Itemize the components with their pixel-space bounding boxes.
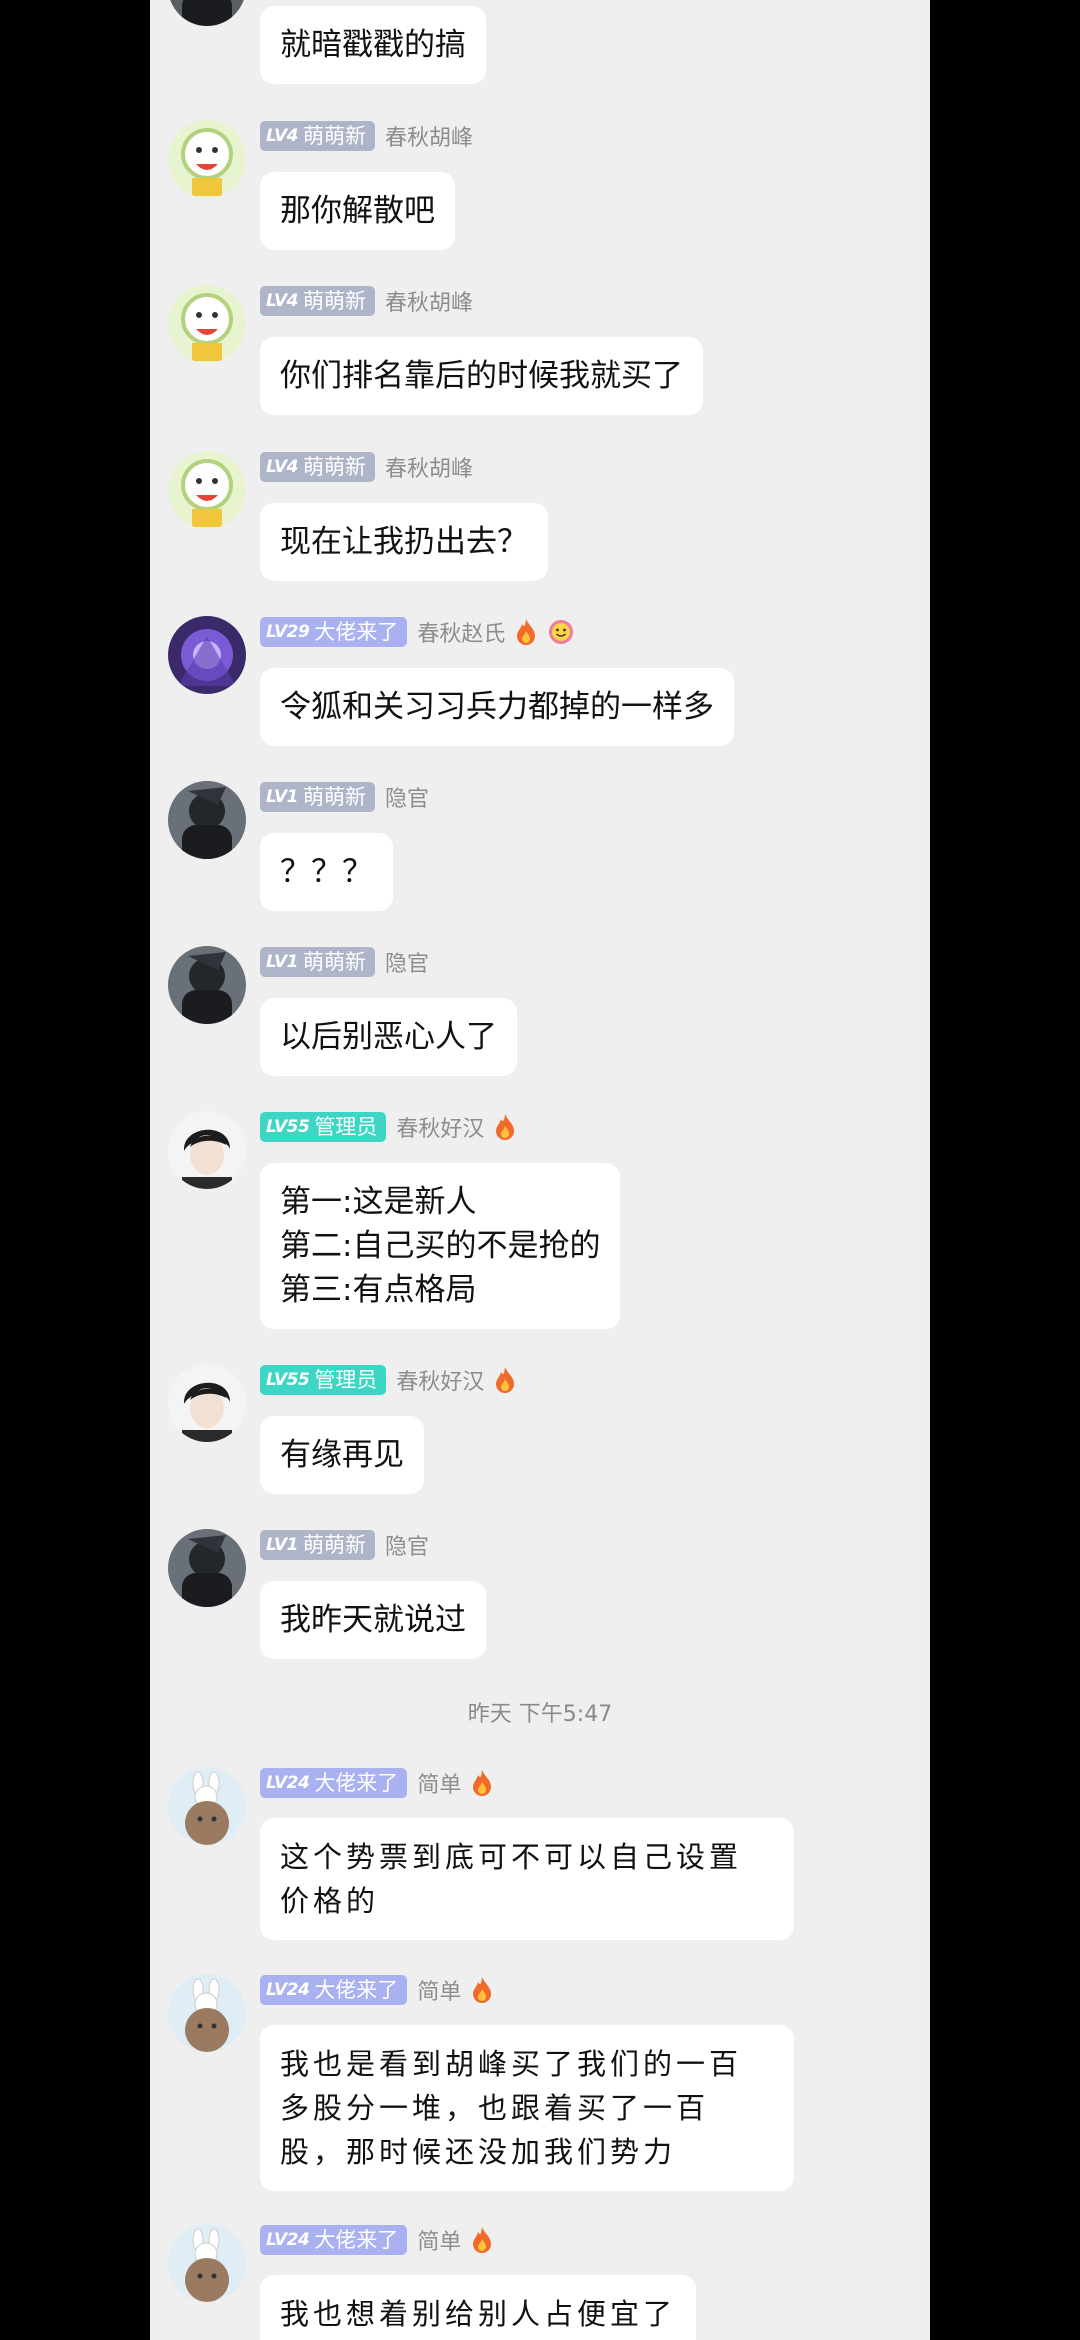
sender-meta: LV1 萌萌新 隐官 <box>260 781 429 813</box>
avatar-chunqiuhaohan[interactable] <box>168 1364 246 1442</box>
message-line: 第一:这是新人 <box>280 1184 477 1220</box>
message-bubble[interactable]: 现在让我扔出去？ <box>260 503 548 581</box>
level-badge: LV55 管理员 <box>260 1365 387 1395</box>
avatar-jiandan[interactable] <box>168 1974 246 2052</box>
message-bubble[interactable]: 以后别恶心人了 <box>260 998 517 1076</box>
avatar-chunqiuhufeng[interactable] <box>168 285 246 363</box>
message-bubble[interactable]: 我也是看到胡峰买了我们的一百多股分一堆，也跟着买了一百股，那时候还没加我们势力 <box>260 2025 794 2191</box>
sender-name[interactable]: 隐官 <box>385 946 429 978</box>
avatar-yinguan[interactable] <box>168 0 246 26</box>
sender-meta: LV1 萌萌新 隐官 <box>260 946 429 978</box>
sender-meta: LV4 萌萌新 春秋胡峰 <box>260 451 473 483</box>
sender-name[interactable]: 简单 <box>417 1767 461 1799</box>
avatar-jiandan[interactable] <box>168 1767 246 1845</box>
level-badge: LV24 大佬来了 <box>260 2225 408 2255</box>
level-badge: LV29 大佬来了 <box>260 617 408 647</box>
message-bubble[interactable]: ？？？ <box>260 833 393 911</box>
fire-icon <box>496 1114 515 1140</box>
smiley-icon <box>549 620 574 644</box>
message-bubble[interactable]: 这个势票到底可不可以自己设置价格的 <box>260 1818 794 1940</box>
message-line: 第二:自己买的不是抢的 <box>280 1228 601 1264</box>
sender-meta: LV55 管理员 春秋好汉 <box>260 1111 516 1143</box>
fire-icon <box>473 1770 492 1796</box>
level-badge: LV24 大佬来了 <box>260 1768 408 1798</box>
sender-name[interactable]: 简单 <box>417 2224 461 2256</box>
level-badge: LV1 萌萌新 <box>260 947 375 977</box>
message-bubble[interactable]: 就暗戳戳的搞 <box>260 6 486 84</box>
sender-name[interactable]: 简单 <box>417 1974 461 2006</box>
message-bubble[interactable]: 有缘再见 <box>260 1416 424 1494</box>
sender-name[interactable]: 春秋好汉 <box>396 1364 484 1396</box>
avatar-chunqiuhaohan[interactable] <box>168 1111 246 1189</box>
timestamp: 昨天 下午5:47 <box>467 1702 613 1727</box>
sender-meta: LV29 大佬来了 春秋赵氏 <box>260 616 575 648</box>
sender-name[interactable]: 春秋好汉 <box>396 1111 484 1143</box>
avatar-jiandan[interactable] <box>168 2224 246 2302</box>
sender-meta: LV24 大佬来了 简单 <box>260 1767 493 1799</box>
fire-icon <box>517 619 536 645</box>
level-badge: LV1 萌萌新 <box>260 782 375 812</box>
message-bubble[interactable]: 令狐和关习习兵力都掉的一样多 <box>260 668 734 746</box>
avatar-chunqiuhufeng[interactable] <box>168 120 246 198</box>
sender-name[interactable]: 隐官 <box>385 1529 429 1561</box>
message-bubble[interactable]: 你们排名靠后的时候我就买了 <box>260 337 703 415</box>
message-bubble[interactable]: 我昨天就说过 <box>260 1581 486 1659</box>
avatar-chunqiuzhaoshi[interactable] <box>168 616 246 694</box>
level-badge: LV4 萌萌新 <box>260 121 375 151</box>
fire-icon <box>473 1977 492 2003</box>
sender-name[interactable]: 春秋胡峰 <box>385 285 473 317</box>
avatar-yinguan[interactable] <box>168 781 246 859</box>
avatar-yinguan[interactable] <box>168 1529 246 1607</box>
sender-name[interactable]: 春秋赵氏 <box>417 616 505 648</box>
sender-meta: LV24 大佬来了 简单 <box>260 2224 493 2256</box>
level-badge: LV4 萌萌新 <box>260 286 375 316</box>
sender-meta: LV4 萌萌新 春秋胡峰 <box>260 285 473 317</box>
sender-meta: LV24 大佬来了 简单 <box>260 1974 493 2006</box>
message-bubble[interactable]: 我也想着别给别人占便宜了 <box>260 2275 697 2340</box>
level-badge: LV24 大佬来了 <box>260 1975 408 2005</box>
sender-name[interactable]: 春秋胡峰 <box>385 120 473 152</box>
message-bubble[interactable]: 第一:这是新人 第二:自己买的不是抢的 第三:有点格局 <box>260 1163 621 1329</box>
sender-name[interactable]: 春秋胡峰 <box>385 451 473 483</box>
message-bubble[interactable]: 那你解散吧 <box>260 172 455 250</box>
chat-area[interactable]: 就暗戳戳的搞 LV4 萌萌新 春秋胡峰 那你解散吧 LV4 萌萌新 春秋胡峰 你们排… <box>150 0 930 2340</box>
fire-icon <box>496 1367 515 1393</box>
level-badge: LV1 萌萌新 <box>260 1530 375 1560</box>
sender-meta: LV1 萌萌新 隐官 <box>260 1529 429 1561</box>
message-line: 第三:有点格局 <box>280 1272 477 1308</box>
level-badge: LV55 管理员 <box>260 1112 387 1142</box>
avatar-chunqiuhufeng[interactable] <box>168 451 246 529</box>
sender-meta: LV4 萌萌新 春秋胡峰 <box>260 120 473 152</box>
fire-icon <box>473 2227 492 2253</box>
sender-name[interactable]: 隐官 <box>385 781 429 813</box>
avatar-yinguan[interactable] <box>168 946 246 1024</box>
level-badge: LV4 萌萌新 <box>260 452 375 482</box>
sender-meta: LV55 管理员 春秋好汉 <box>260 1364 516 1396</box>
